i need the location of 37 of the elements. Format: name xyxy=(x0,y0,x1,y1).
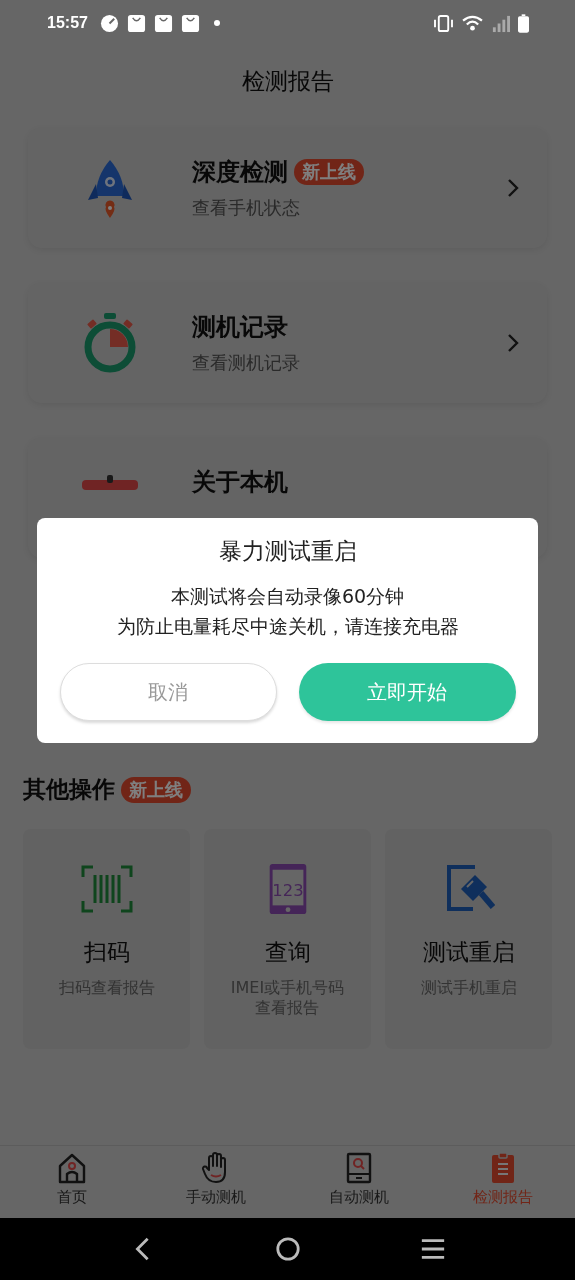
card-subtitle: 查看测机记录 xyxy=(192,351,301,375)
tile-title: 查询 xyxy=(264,938,311,967)
notification-dot-icon xyxy=(213,20,220,26)
card-subtitle: 查看手机状态 xyxy=(192,196,301,220)
signal-icon xyxy=(491,13,510,33)
menu-icon[interactable] xyxy=(419,1236,446,1262)
vibrate-icon xyxy=(433,14,454,32)
battery-icon xyxy=(518,13,529,33)
nav-tab[interactable]: 手动测机 xyxy=(143,1146,288,1218)
menu-card[interactable]: 测机记录 查看测机记录 xyxy=(28,283,547,403)
dialog-message: 本测试将会自动录像60分钟 xyxy=(170,584,405,609)
nav-tab[interactable]: 检测报告 xyxy=(431,1146,575,1218)
dialog-message: 为防止电量耗尽中途关机，请连接充电器 xyxy=(116,614,459,639)
shopping-bag-icon xyxy=(180,13,200,33)
shopping-bag-icon xyxy=(153,13,173,33)
card-title: 测机记录 xyxy=(192,312,288,343)
section-title: 其他操作 xyxy=(23,775,115,804)
shopping-bag-icon xyxy=(126,13,146,33)
cancel-button[interactable]: 取消 xyxy=(59,663,277,721)
menu-card[interactable]: 深度检测 新上线 查看手机状态 xyxy=(28,128,547,248)
barcode-scan-icon xyxy=(80,863,133,915)
wifi-icon xyxy=(462,14,483,32)
card-title: 关于本机 xyxy=(192,467,288,498)
speedometer-icon xyxy=(99,13,119,33)
new-badge: 新上线 xyxy=(121,776,191,803)
new-badge: 新上线 xyxy=(294,159,364,185)
tile-title: 测试重启 xyxy=(422,938,515,967)
page-title: 检测报告 xyxy=(241,67,334,96)
card-title: 深度检测 xyxy=(192,157,288,188)
home-circle-icon[interactable] xyxy=(274,1236,301,1262)
icon-number: 123 xyxy=(271,880,304,900)
nav-tab[interactable]: 自动测机 xyxy=(287,1146,432,1218)
bar-icon xyxy=(80,474,140,491)
nav-tab[interactable]: 首页 xyxy=(0,1146,144,1218)
start-button[interactable]: 立即开始 xyxy=(298,663,516,721)
clock-time: 15:57 xyxy=(47,14,88,32)
tile-title: 扫码 xyxy=(83,938,130,967)
